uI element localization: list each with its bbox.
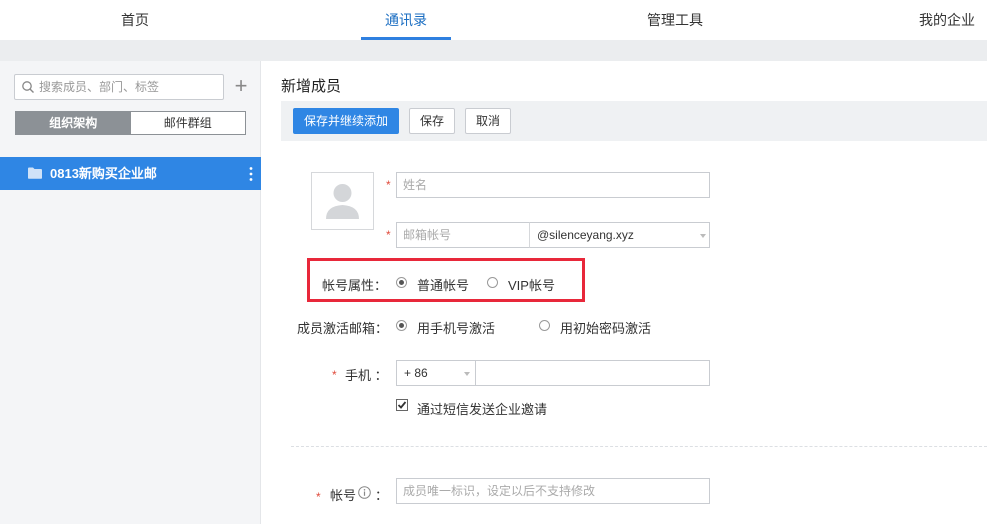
country-code-select[interactable]: + 86 [396, 360, 476, 386]
country-code-value: + 86 [404, 366, 428, 380]
user-avatar-icon [326, 184, 359, 219]
radio-activate-by-password[interactable] [539, 320, 550, 331]
email-input[interactable] [397, 223, 529, 247]
name-input[interactable] [397, 173, 709, 197]
tab-home[interactable]: 首页 [105, 0, 165, 40]
radio-label-normal-account: 普通帐号 [417, 278, 470, 293]
page-title: 新增成员 [281, 78, 342, 95]
tab-management-tools[interactable]: 管理工具 [635, 0, 715, 40]
sidebar: + 组织架构 邮件群组 0813新购买企业邮 [0, 61, 261, 524]
more-options-icon[interactable] [248, 166, 254, 182]
radio-label-vip-account: VIP帐号 [508, 278, 555, 293]
nav-separator-bar [0, 40, 987, 61]
required-mark: * [386, 228, 391, 242]
save-button[interactable]: 保存 [409, 108, 455, 134]
sidebar-segment-control: 组织架构 邮件群组 [15, 111, 246, 135]
tab-my-enterprise[interactable]: 我的企业 [907, 0, 987, 40]
search-icon [22, 81, 34, 93]
info-icon[interactable] [358, 486, 371, 499]
segment-org-structure[interactable]: 组织架构 [16, 112, 131, 134]
required-mark: * [316, 490, 321, 504]
segment-mail-groups[interactable]: 邮件群组 [130, 112, 245, 134]
required-mark: * [386, 178, 391, 192]
phone-label: 手机 ： [345, 368, 388, 383]
chevron-down-icon [464, 372, 470, 376]
name-field[interactable] [396, 172, 710, 198]
search-box[interactable] [14, 74, 224, 100]
radio-normal-account[interactable] [396, 277, 407, 288]
account-colon: ： [375, 488, 389, 503]
sms-invite-label: 通过短信发送企业邀请 [417, 402, 548, 417]
radio-vip-account[interactable] [487, 277, 498, 288]
top-nav: 首页 通讯录 管理工具 我的企业 [0, 0, 987, 40]
toolbar: 保存并继续添加 保存 取消 [281, 101, 987, 141]
tree-item-department[interactable]: 0813新购买企业邮 [0, 157, 261, 190]
account-type-label: 帐号属性： [322, 278, 388, 293]
cancel-button[interactable]: 取消 [465, 108, 511, 134]
activation-label: 成员激活邮箱： [297, 321, 389, 336]
required-mark: * [332, 368, 337, 382]
account-label: 帐号 [330, 488, 357, 503]
email-field[interactable] [396, 222, 530, 248]
search-input[interactable] [39, 77, 219, 97]
add-plus-icon[interactable]: + [232, 75, 250, 97]
tree-item-label: 0813新购买企业邮 [50, 166, 157, 181]
domain-value: @silenceyang.xyz [537, 228, 634, 242]
save-and-continue-button[interactable]: 保存并继续添加 [293, 108, 399, 134]
checkmark-icon [397, 401, 407, 409]
sms-invite-checkbox[interactable] [396, 399, 408, 411]
account-id-input[interactable] [397, 479, 709, 503]
phone-input[interactable] [476, 361, 709, 385]
folder-icon [28, 167, 42, 179]
radio-label-activate-by-phone: 用手机号激活 [417, 321, 496, 336]
tab-contacts[interactable]: 通讯录 [361, 0, 451, 40]
avatar-upload[interactable] [311, 172, 374, 230]
chevron-down-icon [700, 234, 706, 238]
account-id-field[interactable] [396, 478, 710, 504]
radio-label-activate-by-password: 用初始密码激活 [560, 321, 652, 336]
domain-select[interactable]: @silenceyang.xyz [529, 222, 710, 248]
radio-activate-by-phone[interactable] [396, 320, 407, 331]
phone-field[interactable] [475, 360, 710, 386]
divider [291, 446, 987, 447]
